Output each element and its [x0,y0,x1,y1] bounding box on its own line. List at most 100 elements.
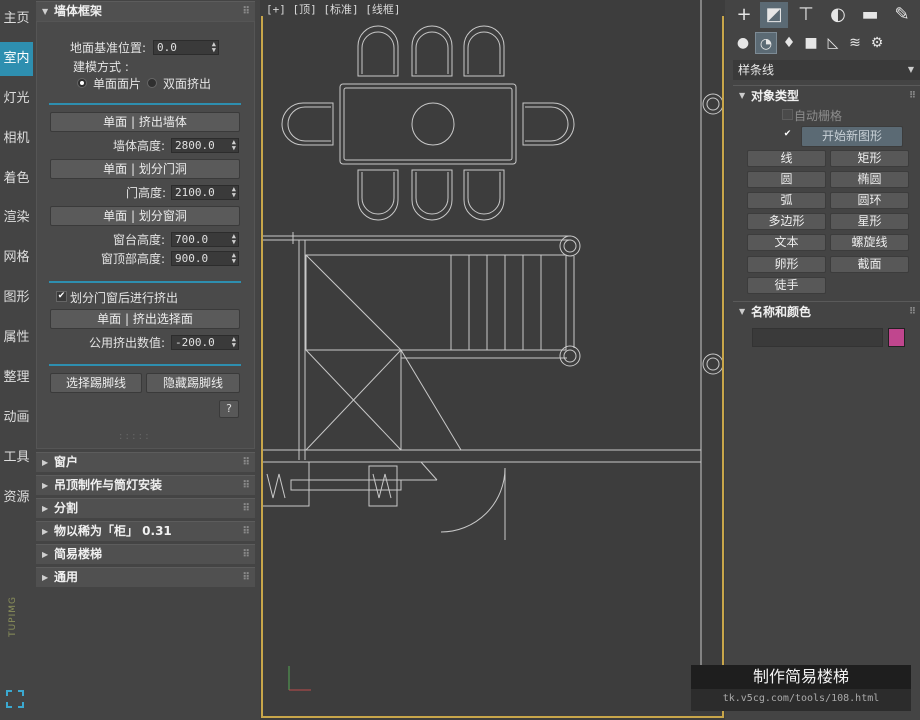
autogrid-checkbox[interactable] [782,109,793,120]
ellipse-button[interactable]: 椭圆 [830,171,909,188]
line-button[interactable]: 线 [747,150,826,167]
freehand-button[interactable]: 徒手 [747,277,826,294]
egg-button[interactable]: 卵形 [747,256,826,273]
hide-skirting-button[interactable]: 隐藏踢脚线 [146,373,240,393]
star-button[interactable]: 星形 [830,213,909,230]
nav-item-camera[interactable]: 相机 [0,122,33,156]
nav-item-home[interactable]: 主页 [0,2,33,36]
rollout-split[interactable]: ▶ 分割 ⠿ [36,498,255,518]
spinner-arrows-icon[interactable]: ▲ ▼ [232,186,236,199]
utilities-wrench-icon[interactable]: ✎ [888,2,916,28]
nav-item-resources[interactable]: 资源 [0,481,33,515]
rollout-cabinet[interactable]: ▶ 物以稀为「柜」 0.31 ⠿ [36,521,255,541]
systems-icon[interactable]: ⚙ [866,32,888,54]
left-nav: 主页 室内 灯光 相机 着色 渲染 网格 图形 属性 整理 动画 工具 资源 T… [0,0,33,720]
camera-icon[interactable]: ■ [800,32,822,54]
nav-item-interior[interactable]: 室内 [0,42,33,76]
split-door-button[interactable]: 单面 | 划分门洞 [50,159,240,179]
common-extrude-value: -200.0 [175,336,215,349]
rollout-object-type[interactable]: ▼ 对象类型 ⠿ [733,85,920,105]
floor-label: 地面基准位置: [70,41,147,55]
viewport-label[interactable]: [+] [顶] [标准] [线框] [266,1,400,17]
window-top-value: 900.0 [175,252,209,265]
rollout-title: 吊顶制作与筒灯安装 [54,478,163,492]
viewport-border [261,16,724,718]
sill-height-label: 窗台高度: [113,233,166,247]
ngon-button[interactable]: 多边形 [747,213,826,230]
text-button[interactable]: 文本 [747,234,826,251]
door-height-spinner[interactable]: 2100.0 ▲ ▼ [171,185,239,200]
nav-item-organize[interactable]: 整理 [0,361,33,395]
grip-icon: ⠿ [908,307,916,317]
rollout-title: 分割 [54,501,79,515]
nav-item-mesh[interactable]: 网格 [0,241,33,275]
category-dropdown[interactable]: 样条线 ▼ [733,60,920,80]
floor-spinner[interactable]: 0.0 ▲ ▼ [153,40,219,55]
spinner-arrows-icon[interactable]: ▲ ▼ [232,336,236,349]
resize-grip[interactable]: : : : : : [119,431,149,442]
nav-item-shape[interactable]: 图形 [0,281,33,315]
rectangle-button[interactable]: 矩形 [830,150,909,167]
section-button[interactable]: 截面 [830,256,909,273]
hierarchy-tab-icon[interactable]: ⊤ [792,2,820,28]
modify-tab-icon[interactable]: ◩ [760,2,788,28]
display-tab-icon[interactable]: ▬ [856,2,884,28]
door-height-label: 门高度: [126,186,167,200]
nav-item-render[interactable]: 渲染 [0,201,33,235]
sill-height-spinner[interactable]: 700.0 ▲ ▼ [171,232,239,247]
caption-title: 制作简易楼梯 [691,665,911,689]
expand-arrow-icon: ▶ [42,481,49,490]
nav-item-light[interactable]: 灯光 [0,82,33,116]
object-color-swatch[interactable] [888,328,905,347]
start-new-checkbox[interactable]: ✔ [782,130,793,141]
help-button[interactable]: ? [219,400,239,418]
start-new-shape-button[interactable]: 开始新图形 [801,126,903,147]
spacewarps-icon[interactable]: ≋ [844,32,866,54]
radio-double[interactable] [147,78,157,88]
common-extrude-spinner[interactable]: -200.0 ▲ ▼ [171,335,239,350]
extrude-selection-button[interactable]: 单面 | 挤出选择面 [50,309,240,329]
shapes-icon[interactable]: ◔ [755,32,777,54]
spinner-arrows-icon[interactable]: ▲ ▼ [212,41,216,54]
nav-item-tools[interactable]: 工具 [0,441,33,475]
rollout-stairs[interactable]: ▶ 简易楼梯 ⠿ [36,544,255,564]
mode-label: 建模方式 : [73,60,129,74]
window-top-spinner[interactable]: 900.0 ▲ ▼ [171,251,239,266]
wall-height-spinner[interactable]: 2800.0 ▲ ▼ [171,138,239,153]
grip-icon: ⠿ [242,572,250,583]
rollout-title: 通用 [54,570,79,584]
extrude-wall-button[interactable]: 单面 | 挤出墙体 [50,112,240,132]
rollout-window[interactable]: ▶ 窗户 ⠿ [36,452,255,472]
rollout-ceiling[interactable]: ▶ 吊顶制作与筒灯安装 ⠿ [36,475,255,495]
arc-button[interactable]: 弧 [747,192,826,209]
select-skirting-button[interactable]: 选择踢脚线 [50,373,142,393]
extrude-after-split-checkbox[interactable]: ✔ [56,291,67,302]
sill-height-value: 700.0 [175,233,209,246]
spinner-arrows-icon[interactable]: ▲ ▼ [232,233,236,246]
split-window-button[interactable]: 单面 | 划分窗洞 [50,206,240,226]
helpers-icon[interactable]: ◺ [822,32,844,54]
motion-tab-icon[interactable]: ◐ [824,2,852,28]
collapse-arrow-icon: ▼ [739,307,746,316]
rollout-wall-frame[interactable]: ▼ 墙体框架 ⠿ [36,1,255,21]
expand-arrow-icon: ▶ [42,504,49,513]
spinner-arrows-icon[interactable]: ▲ ▼ [232,139,236,152]
rollout-body-wall-frame: 地面基准位置: 0.0 ▲ ▼ 建模方式 : 单面面片 双面挤出 单面 | 挤出墙体… [36,21,255,449]
nav-item-property[interactable]: 属性 [0,321,33,355]
spinner-arrows-icon[interactable]: ▲ ▼ [232,252,236,265]
rollout-general[interactable]: ▶ 通用 ⠿ [36,567,255,587]
geometry-sphere-icon[interactable]: ● [732,32,754,54]
circle-button[interactable]: 圆 [747,171,826,188]
radio-single[interactable] [77,78,87,88]
selection-region-icon[interactable] [6,690,24,708]
rollout-name-color[interactable]: ▼ 名称和颜色 ⠿ [733,301,920,321]
grip-icon: ⠿ [242,6,250,17]
lights-bulb-icon[interactable]: ♦ [778,32,800,54]
object-name-input[interactable] [752,328,883,347]
create-tab-plus-icon[interactable]: + [730,2,758,28]
helix-button[interactable]: 螺旋线 [830,234,909,251]
donut-button[interactable]: 圆环 [830,192,909,209]
nav-item-animation[interactable]: 动画 [0,401,33,435]
nav-item-shading[interactable]: 着色 [0,162,33,196]
command-panel: + ◩ ⊤ ◐ ▬ ✎ ● ◔ ♦ ■ ◺ ≋ ⚙ 样条线 ▼ ▼ 对象类型 ⠿ 自… [728,0,920,720]
